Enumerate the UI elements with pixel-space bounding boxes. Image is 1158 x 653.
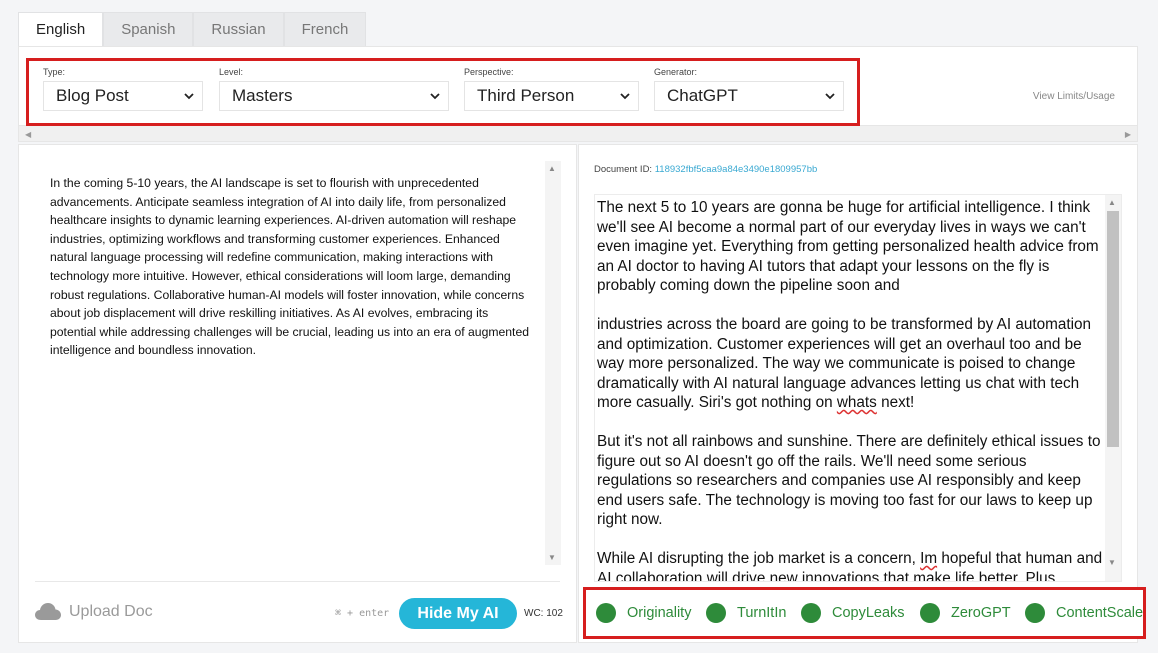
input-panel: In the coming 5-10 years, the AI landsca… xyxy=(18,144,577,643)
detector-copyleaks[interactable]: CopyLeaks xyxy=(801,603,905,623)
output-paragraph: industries across the board are going to… xyxy=(597,315,1103,413)
detector-contentscale[interactable]: ContentScale xyxy=(1025,603,1143,623)
level-field: Level: Masters xyxy=(219,67,449,111)
scroll-up-icon[interactable]: ▲ xyxy=(1108,198,1116,207)
settings-bar: Type: Blog Post Level: Masters Perspecti… xyxy=(18,46,1138,126)
tab-spanish[interactable]: Spanish xyxy=(103,12,194,46)
chevron-down-icon xyxy=(184,93,194,100)
view-limits-link[interactable]: View Limits/Usage xyxy=(1033,91,1115,102)
status-dot-icon xyxy=(706,603,726,623)
output-paragraph: While AI disrupting the job market is a … xyxy=(597,549,1103,581)
spelling-error: Im xyxy=(920,550,938,567)
status-dot-icon xyxy=(596,603,616,623)
detector-turnitin[interactable]: TurnItIn xyxy=(706,603,786,623)
type-label: Type: xyxy=(43,67,66,77)
level-value: Masters xyxy=(232,86,293,105)
upload-doc-label: Upload Doc xyxy=(69,603,153,620)
scrollbar-thumb[interactable] xyxy=(1107,211,1119,447)
divider xyxy=(35,581,560,582)
word-count: WC: 102 xyxy=(524,608,563,619)
spelling-error: whats xyxy=(836,394,877,411)
scroll-down-icon[interactable]: ▼ xyxy=(1108,558,1116,567)
type-value: Blog Post xyxy=(56,86,129,105)
detector-results: Originality TurnItIn CopyLeaks ZeroGPT C… xyxy=(584,587,1146,638)
type-field: Type: Blog Post xyxy=(43,67,203,111)
chevron-down-icon xyxy=(430,93,440,100)
scroll-right-icon[interactable]: ▶ xyxy=(1125,130,1131,139)
hide-my-ai-button[interactable]: Hide My AI xyxy=(399,598,517,629)
detector-label: CopyLeaks xyxy=(832,605,905,621)
language-tabs: English Spanish Russian French xyxy=(18,12,367,46)
output-panel: Document ID: 118932fbf5caa9a84e3490e1809… xyxy=(578,144,1138,643)
generator-label: Generator: xyxy=(654,67,698,77)
input-textarea[interactable]: In the coming 5-10 years, the AI landsca… xyxy=(50,174,530,360)
level-label: Level: xyxy=(219,67,244,77)
input-scrollbar[interactable]: ▲ ▼ xyxy=(545,161,561,565)
type-select[interactable]: Blog Post xyxy=(43,81,203,111)
status-dot-icon xyxy=(1025,603,1045,623)
perspective-field: Perspective: Third Person xyxy=(464,67,639,111)
detector-label: Originality xyxy=(627,605,692,621)
status-dot-icon xyxy=(920,603,940,623)
output-text-run: While AI disrupting the job market is a … xyxy=(597,550,921,567)
generator-value: ChatGPT xyxy=(667,86,738,105)
perspective-select[interactable]: Third Person xyxy=(464,81,639,111)
horizontal-scrollbar[interactable]: ◀ ▶ xyxy=(18,126,1138,142)
tab-french[interactable]: French xyxy=(283,12,367,46)
output-text-run: next! xyxy=(876,394,915,411)
upload-doc-button[interactable]: Upload Doc xyxy=(35,603,153,621)
app-window: English Spanish Russian French Type: Blo… xyxy=(0,0,1158,653)
scroll-left-icon[interactable]: ◀ xyxy=(25,130,31,139)
document-id: Document ID: 118932fbf5caa9a84e3490e1809… xyxy=(594,164,817,175)
scroll-down-icon[interactable]: ▼ xyxy=(548,553,556,562)
generator-field: Generator: ChatGPT xyxy=(654,67,844,111)
detector-originality[interactable]: Originality xyxy=(596,603,691,623)
level-select[interactable]: Masters xyxy=(219,81,449,111)
generator-select[interactable]: ChatGPT xyxy=(654,81,844,111)
detector-label: TurnItIn xyxy=(737,605,787,621)
keyboard-shortcut-hint: ⌘ + enter xyxy=(335,608,390,619)
detector-label: ContentScale xyxy=(1056,605,1144,621)
detector-zerogpt[interactable]: ZeroGPT xyxy=(920,603,1011,623)
perspective-value: Third Person xyxy=(477,86,575,105)
perspective-label: Perspective: xyxy=(464,67,514,77)
tab-russian[interactable]: Russian xyxy=(193,12,284,46)
output-text: The next 5 to 10 years are gonna be huge… xyxy=(597,198,1103,581)
chevron-down-icon xyxy=(620,93,630,100)
document-id-value[interactable]: 118932fbf5caa9a84e3490e1809957bb xyxy=(655,164,818,175)
output-paragraph: The next 5 to 10 years are gonna be huge… xyxy=(597,199,1099,294)
cloud-icon xyxy=(35,603,61,620)
output-scrollbar[interactable]: ▲ ▼ xyxy=(1105,195,1121,581)
detector-label: ZeroGPT xyxy=(951,605,1011,621)
scroll-up-icon[interactable]: ▲ xyxy=(548,164,556,173)
output-textarea[interactable]: The next 5 to 10 years are gonna be huge… xyxy=(594,194,1122,582)
chevron-down-icon xyxy=(825,93,835,100)
output-paragraph: But it's not all rainbows and sunshine. … xyxy=(597,433,1101,528)
document-id-label: Document ID: xyxy=(594,164,653,175)
tab-english[interactable]: English xyxy=(18,12,104,46)
status-dot-icon xyxy=(801,603,821,623)
